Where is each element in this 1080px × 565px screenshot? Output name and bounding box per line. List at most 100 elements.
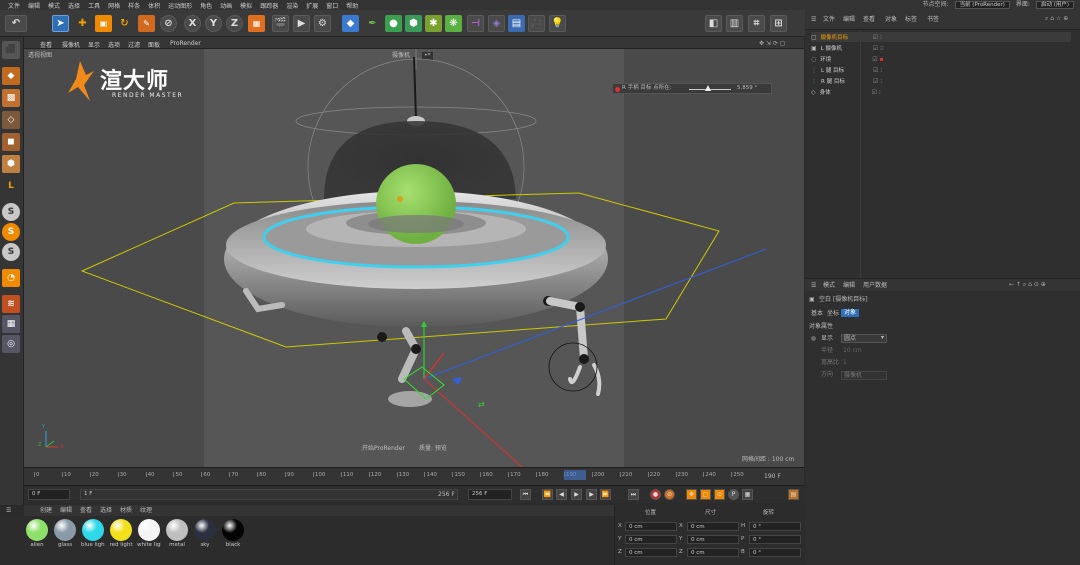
menu-tracker[interactable]: 跟踪器 — [260, 1, 278, 10]
scale-icon[interactable]: ▣ — [95, 15, 112, 32]
rotation-h-field[interactable]: 0 ° — [749, 522, 801, 531]
menu-spline[interactable]: 样条 — [128, 1, 140, 10]
render-view-icon[interactable]: ▶ — [293, 15, 310, 32]
viewport-menu-view[interactable]: 查看 — [40, 40, 52, 49]
material-swatch[interactable]: blue light — [81, 519, 105, 548]
next-frame-icon[interactable]: ▶ — [586, 489, 597, 500]
polygons-mode-icon[interactable]: ◼ — [2, 133, 20, 151]
coordinate-system-icon[interactable]: ▦ — [248, 15, 265, 32]
key-rotation-icon[interactable]: ⊙ — [714, 489, 725, 500]
position-z-field[interactable]: 0 cm — [625, 548, 677, 557]
menu-tools[interactable]: 工具 — [88, 1, 100, 10]
am-tab-mode[interactable]: 模式 — [823, 283, 835, 289]
timeline-ruler[interactable]: 0 10 20 30 40 50 60 70 80 90 100 110 120 130 140 150 160… — [28, 472, 768, 480]
mat-menu-icon[interactable]: ☰ — [6, 508, 11, 514]
model-mode-icon[interactable]: ⬢ — [2, 155, 20, 173]
snap-settings-icon[interactable]: S — [2, 223, 20, 241]
viewport-nav-icon[interactable]: ✥ ⇲ ⟳ ▢ — [759, 40, 785, 47]
recent-tool-icon[interactable]: ✎ — [138, 15, 155, 32]
subdivision-icon[interactable]: ● — [385, 15, 402, 32]
menu-file[interactable]: 文件 — [8, 1, 20, 10]
texture-mode-icon[interactable]: ▩ — [2, 89, 20, 107]
record-keys-icon[interactable]: ● — [650, 489, 661, 500]
next-key-icon[interactable]: ⏩ — [600, 489, 611, 500]
axis-y-button[interactable]: Y — [205, 15, 222, 32]
viewport[interactable]: 透视视图 摄像机 •* 渲大师 RENDER MASTER R 手柄 目标 点所… — [24, 49, 804, 467]
rotation-p-field[interactable]: 0 ° — [749, 535, 801, 544]
menu-volume[interactable]: 体积 — [148, 1, 160, 10]
scene[interactable]: ⇄ — [24, 49, 804, 467]
menu-mesh[interactable]: 网格 — [108, 1, 120, 10]
points-mode-icon[interactable]: ◆ — [2, 67, 20, 85]
cube-icon[interactable]: ◆ — [342, 15, 359, 32]
material-swatch[interactable]: alien — [25, 519, 49, 548]
material-swatch[interactable]: glass — [53, 519, 77, 548]
uv-icon[interactable]: ◎ — [2, 335, 20, 353]
orientation-dropdown[interactable]: 摄像机 — [841, 371, 887, 380]
generator-icon[interactable]: ⬢ — [405, 15, 422, 32]
snap-icon[interactable]: ⌗ — [748, 15, 765, 32]
lock-workplane-icon[interactable]: ◔ — [2, 269, 20, 287]
om-tab-file[interactable]: 文件 — [823, 17, 835, 23]
edges-mode-icon[interactable]: ◇ — [2, 111, 20, 129]
menu-animate[interactable]: 动画 — [220, 1, 232, 10]
am-menu-icon[interactable]: ☰ — [811, 283, 816, 289]
light-icon[interactable]: 💡 — [549, 15, 566, 32]
move-icon[interactable]: ✚ — [74, 15, 91, 32]
mat-menu-edit[interactable]: 编辑 — [60, 508, 72, 514]
key-position-icon[interactable]: ✥ — [686, 489, 697, 500]
workplane-icon[interactable]: ⊞ — [770, 15, 787, 32]
visibility-icon[interactable]: ☑ ⁝ — [872, 89, 881, 96]
om-row[interactable]: ▢ 摄像机目标 ☑ ⁝ — [811, 32, 1071, 42]
om-tab-view[interactable]: 查看 — [863, 17, 875, 23]
aspect-field[interactable]: 1 — [841, 359, 887, 368]
size-z-field[interactable]: 0 cm — [687, 548, 739, 557]
am-subtab-basic[interactable]: 基本 — [809, 310, 825, 318]
menu-render[interactable]: 渲染 — [286, 1, 298, 10]
am-tab-userdata[interactable]: 用户数据 — [863, 283, 887, 289]
pen-icon[interactable]: ✒ — [364, 15, 381, 32]
tag-icon[interactable]: ◈ — [488, 15, 505, 32]
material-swatch[interactable]: black — [221, 519, 245, 548]
start-frame-field[interactable]: 0 F — [28, 489, 70, 500]
viewport-menu-prorender[interactable]: ProRender — [170, 40, 201, 47]
preview-range-slider[interactable]: 1 F — [80, 489, 458, 500]
sculpt-icon[interactable]: ▦ — [2, 315, 20, 333]
om-row[interactable]: ◇ 身体 ☑ ⁝ — [811, 87, 1071, 97]
material-swatch[interactable]: sky — [193, 519, 217, 548]
make-editable-icon[interactable]: ⬛ — [2, 41, 20, 59]
autokey-icon[interactable]: ⊘ — [664, 489, 675, 500]
om-row[interactable]: ⋮ R 腿 目标 ☑ ⁝ — [811, 76, 1071, 86]
viewport-layout-icon[interactable]: ▥ — [726, 15, 743, 32]
material-swatch[interactable]: white light — [137, 519, 161, 548]
viewport-menu-camera[interactable]: 摄像机 — [62, 40, 80, 49]
timeline[interactable]: 0 10 20 30 40 50 60 70 80 90 100 110 120 130 140 150 160… — [24, 467, 804, 485]
snap-toggle-icon[interactable]: S — [2, 203, 20, 221]
layout-toggle-icon[interactable]: ◧ — [705, 15, 722, 32]
mat-menu-view[interactable]: 查看 — [80, 508, 92, 514]
go-to-start-icon[interactable]: ⏮ — [520, 489, 531, 500]
go-to-end-icon[interactable]: ⏭ — [628, 489, 639, 500]
node-space-dropdown[interactable]: 当前 (ProRender) — [954, 1, 1010, 9]
key-scale-icon[interactable]: ▢ — [700, 489, 711, 500]
key-param-icon[interactable]: P — [728, 489, 739, 500]
menu-select[interactable]: 选择 — [68, 1, 80, 10]
menu-mograph[interactable]: 运动图形 — [168, 1, 192, 10]
previous-frame-icon[interactable]: ◀ — [556, 489, 567, 500]
undo-icon[interactable]: ↶ — [5, 15, 27, 32]
am-tab-edit[interactable]: 编辑 — [843, 283, 855, 289]
viewport-menu-options[interactable]: 选项 — [108, 40, 120, 49]
render-region-icon[interactable]: 🎬 — [272, 15, 289, 32]
om-row[interactable]: ⋮ L 腿 目标 ☑ ⁝ — [811, 65, 1071, 75]
mat-menu-material[interactable]: 材质 — [120, 508, 132, 514]
menu-create[interactable]: 模式 — [48, 1, 60, 10]
om-tab-bookmarks[interactable]: 书签 — [927, 17, 939, 23]
om-tab-edit[interactable]: 编辑 — [843, 17, 855, 23]
menu-extensions[interactable]: 扩展 — [306, 1, 318, 10]
camera-icon[interactable]: 🎥 — [528, 15, 545, 32]
select-mode-icon[interactable]: ⊘ — [160, 15, 177, 32]
menu-window[interactable]: 窗口 — [326, 1, 338, 10]
om-search-icon[interactable]: ⌕ ⌂ ☆ ⊕ — [1045, 16, 1068, 22]
am-subtab-coord[interactable]: 坐标 — [825, 310, 841, 318]
axis-mode-icon[interactable]: L — [2, 177, 20, 195]
